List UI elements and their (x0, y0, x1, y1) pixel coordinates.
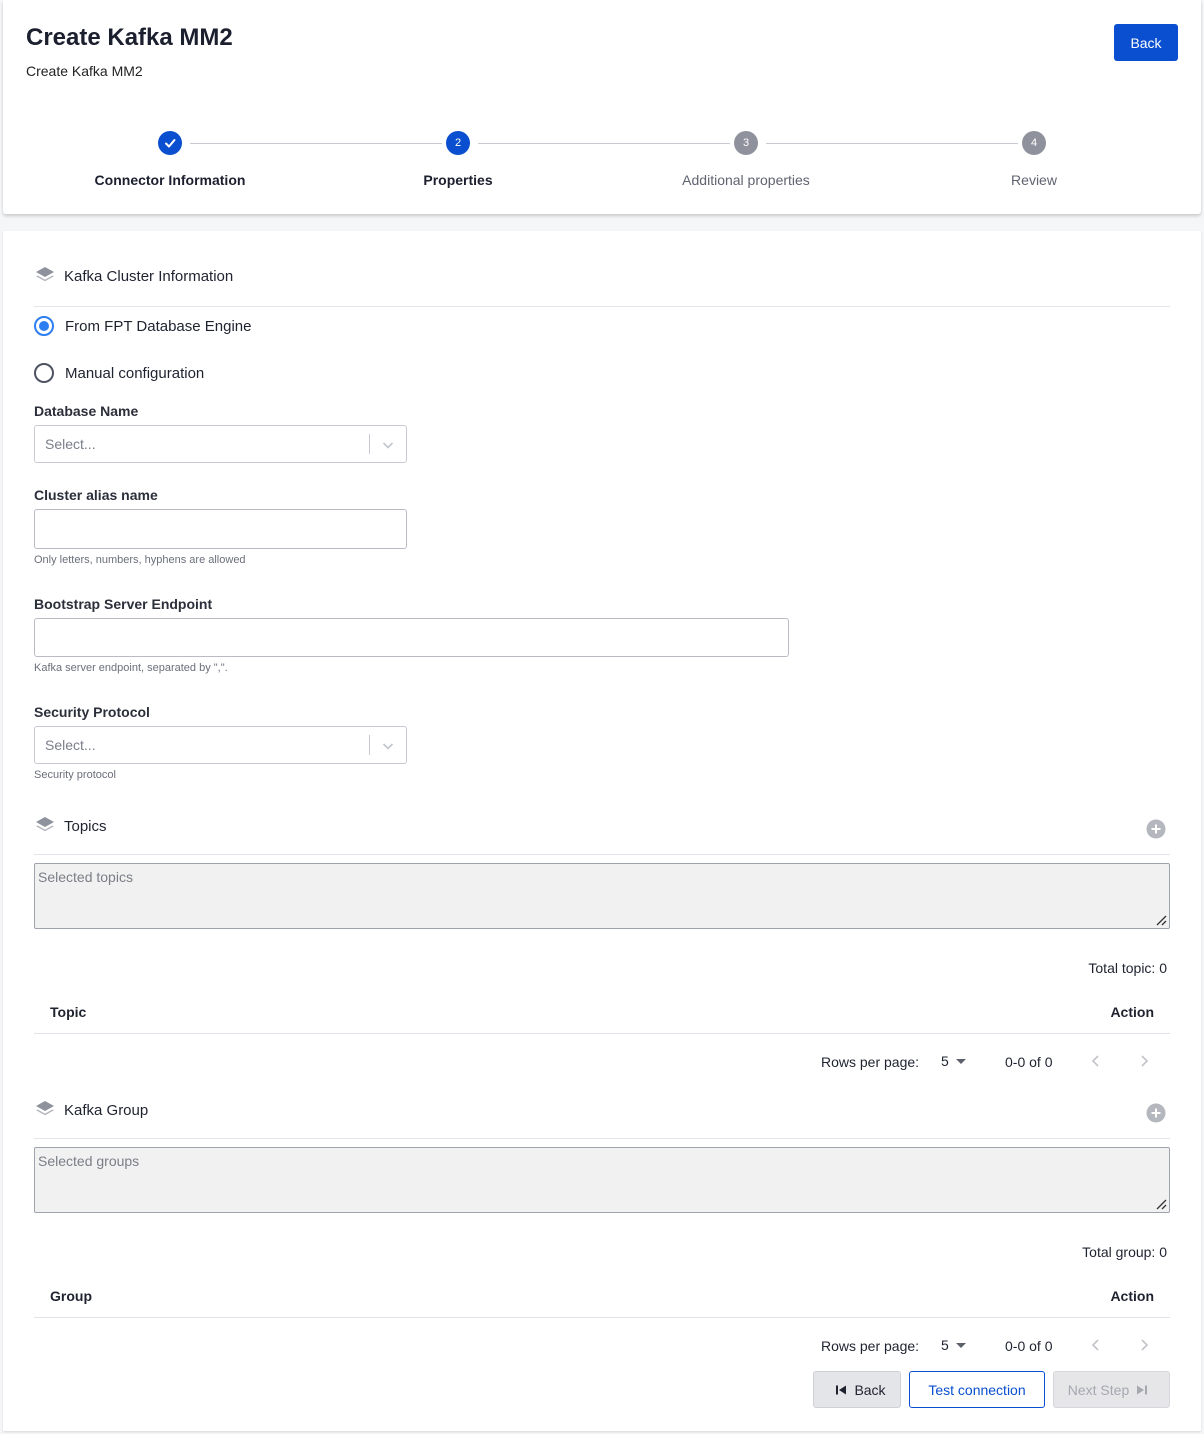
stepper-connector (766, 143, 1018, 144)
bootstrap-endpoint-helper: Kafka server endpoint, separated by ",". (34, 662, 228, 674)
cluster-info-section-header: Kafka Cluster Information (34, 265, 1170, 307)
step-2-indicator: 2 (446, 131, 470, 155)
select-placeholder: Select... (45, 737, 96, 753)
rows-per-page-select[interactable]: 5 (941, 1337, 949, 1353)
radio-button-checked[interactable] (34, 316, 54, 336)
pagination-range: 0-0 of 0 (1005, 1338, 1053, 1354)
total-group-count: Total group: 0 (1082, 1244, 1167, 1260)
resize-handle-icon[interactable] (1153, 912, 1167, 926)
selected-groups-textarea[interactable]: Selected groups (34, 1147, 1170, 1213)
topics-section-header: Topics (34, 815, 1170, 855)
chevron-left-icon[interactable] (1088, 1337, 1104, 1353)
radio-button[interactable] (34, 363, 54, 383)
bootstrap-endpoint-label: Bootstrap Server Endpoint (34, 596, 213, 612)
chevron-left-icon[interactable] (1088, 1053, 1104, 1069)
database-name-label: Database Name (34, 403, 139, 419)
chevron-right-icon[interactable] (1136, 1053, 1152, 1069)
back-button-label: Back (854, 1381, 886, 1398)
textarea-placeholder: Selected topics (38, 869, 133, 885)
caret-down-icon[interactable] (956, 1059, 966, 1064)
form-card: Kafka Cluster Information From FPT Datab… (3, 231, 1201, 1431)
skip-next-icon (1137, 1385, 1148, 1394)
cluster-alias-label: Cluster alias name (34, 487, 158, 503)
column-header-topic: Topic (50, 1004, 87, 1020)
selected-topics-textarea[interactable]: Selected topics (34, 863, 1170, 929)
chevron-right-icon[interactable] (1136, 1337, 1152, 1353)
step-2-label: Properties (423, 172, 493, 188)
total-topic-count: Total topic: 0 (1088, 960, 1167, 976)
select-divider (369, 735, 370, 755)
step-4-indicator: 4 (1022, 131, 1046, 155)
groups-pagination: Rows per page: 5 0-0 of 0 (34, 1331, 1170, 1361)
add-topic-icon[interactable] (1146, 819, 1166, 839)
column-header-action: Action (1110, 1288, 1154, 1304)
bootstrap-endpoint-input[interactable] (34, 618, 789, 657)
column-header-group: Group (50, 1288, 92, 1304)
select-divider (369, 434, 370, 454)
caret-down-icon[interactable] (956, 1343, 966, 1348)
radio-label: Manual configuration (65, 364, 205, 382)
cluster-alias-input[interactable] (34, 509, 407, 549)
back-button-bottom[interactable]: Back (813, 1371, 901, 1408)
groups-table-header: Group Action (34, 1276, 1170, 1318)
step-3-indicator: 3 (734, 131, 758, 155)
step-3-label: Additional properties (682, 172, 810, 188)
rows-per-page-select[interactable]: 5 (941, 1053, 949, 1069)
test-connection-button[interactable]: Test connection (909, 1371, 1045, 1408)
page-subtitle: Create Kafka MM2 (26, 63, 143, 79)
radio-label: From FPT Database Engine (65, 317, 252, 335)
cluster-alias-helper: Only letters, numbers, hyphens are allow… (34, 554, 246, 566)
step-4-label: Review (1011, 172, 1057, 188)
database-name-select[interactable]: Select... (34, 425, 407, 463)
topics-title: Topics (64, 818, 107, 835)
select-placeholder: Select... (45, 436, 96, 452)
topics-pagination: Rows per page: 5 0-0 of 0 (34, 1047, 1170, 1077)
rows-per-page-label: Rows per page: (821, 1054, 920, 1070)
step-1-label: Connector Information (94, 172, 246, 188)
cluster-info-title: Kafka Cluster Information (64, 268, 234, 285)
pagination-range: 0-0 of 0 (1005, 1054, 1053, 1070)
security-protocol-label: Security Protocol (34, 704, 150, 720)
stepper-connector (190, 143, 442, 144)
textarea-placeholder: Selected groups (38, 1153, 140, 1169)
layers-icon (36, 267, 54, 282)
check-icon (165, 139, 176, 148)
radio-fpt-database-engine[interactable]: From FPT Database Engine (34, 315, 251, 337)
layers-icon (36, 817, 54, 832)
back-button-top[interactable]: Back (1114, 24, 1178, 61)
security-protocol-helper: Security protocol (34, 769, 116, 781)
next-step-label: Next Step (1067, 1381, 1130, 1398)
stepper-connector (478, 143, 730, 144)
chevron-down-icon[interactable] (380, 738, 396, 754)
next-step-button[interactable]: Next Step (1053, 1371, 1170, 1408)
groups-section-header: Kafka Group (34, 1099, 1170, 1139)
rows-per-page-label: Rows per page: (821, 1338, 920, 1354)
page-header: Create Kafka MM2 Create Kafka MM2 Back 2… (3, 0, 1201, 214)
column-header-action: Action (1110, 1004, 1154, 1020)
layers-icon (36, 1101, 54, 1116)
chevron-down-icon[interactable] (380, 437, 396, 453)
topics-table-header: Topic Action (34, 992, 1170, 1034)
security-protocol-select[interactable]: Select... (34, 726, 407, 764)
groups-title: Kafka Group (64, 1102, 149, 1119)
radio-manual-configuration[interactable]: Manual configuration (34, 362, 204, 384)
resize-handle-icon[interactable] (1153, 1196, 1167, 1210)
step-1-indicator (158, 131, 182, 155)
skip-previous-icon (836, 1385, 847, 1394)
page-title: Create Kafka MM2 (26, 24, 233, 51)
add-group-icon[interactable] (1146, 1103, 1166, 1123)
